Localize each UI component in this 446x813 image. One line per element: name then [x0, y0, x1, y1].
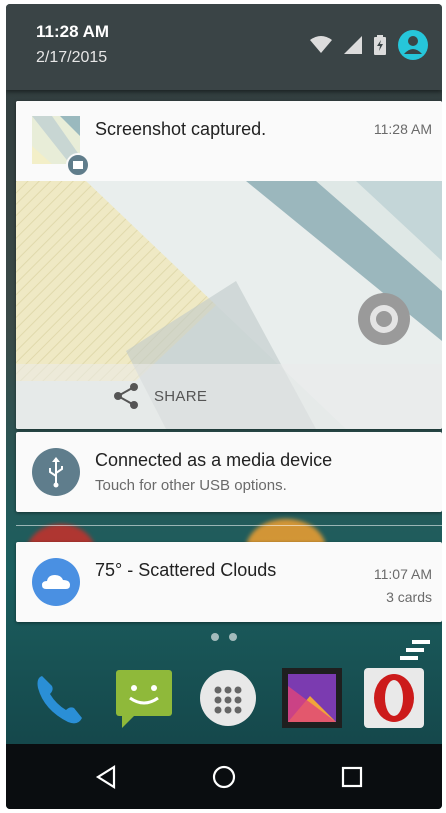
clear-all-icon[interactable]: [400, 640, 432, 669]
screenshot-time: 11:28 AM: [373, 121, 432, 137]
usb-icon: [32, 448, 80, 496]
weather-time: 11:07 AM: [373, 566, 432, 582]
screenshot-notification[interactable]: Screenshot captured. 11:28 AM SHARE: [16, 101, 442, 429]
gallery-icon[interactable]: [280, 666, 344, 730]
wifi-icon: [310, 36, 332, 59]
status-date: 2/17/2015: [36, 49, 108, 66]
screenshot-title: Screenshot captured.: [95, 119, 267, 139]
weather-title: 75° - Scattered Clouds: [95, 560, 277, 580]
status-time: 11:28 AM: [36, 22, 110, 41]
divider: [16, 525, 442, 526]
opera-icon[interactable]: [362, 666, 426, 730]
navigation-bar: [6, 744, 442, 809]
usb-notification[interactable]: Connected as a media device Touch for ot…: [16, 432, 442, 512]
share-action[interactable]: SHARE: [16, 364, 442, 429]
weather-notification[interactable]: 75° - Scattered Clouds 11:07 AM 3 cards: [16, 542, 442, 622]
page-indicator: [211, 633, 237, 641]
page-dot: [229, 633, 237, 641]
usb-title: Connected as a media device: [95, 450, 333, 470]
back-icon[interactable]: [86, 760, 126, 794]
home-icon[interactable]: [204, 760, 244, 794]
page-dot: [211, 633, 219, 641]
image-icon: [66, 153, 90, 177]
home-dock: [6, 666, 442, 742]
phone-icon[interactable]: [28, 666, 92, 730]
cloud-icon: [32, 558, 80, 606]
signal-icon: [344, 36, 362, 59]
weather-cards-count: 3 cards: [386, 589, 432, 605]
share-label: SHARE: [154, 388, 208, 405]
share-icon: [112, 382, 140, 415]
phone-screen: 11:28 AM 2/17/2015 Screenshot captured. …: [6, 4, 442, 809]
messaging-icon[interactable]: [112, 666, 176, 730]
app-drawer-icon[interactable]: [196, 666, 260, 730]
recents-icon[interactable]: [332, 760, 372, 794]
status-bar: 11:28 AM 2/17/2015: [6, 4, 442, 90]
battery-charging-icon: [374, 35, 386, 60]
user-avatar-icon[interactable]: [398, 30, 428, 65]
usb-subtitle: Touch for other USB options.: [95, 477, 287, 494]
